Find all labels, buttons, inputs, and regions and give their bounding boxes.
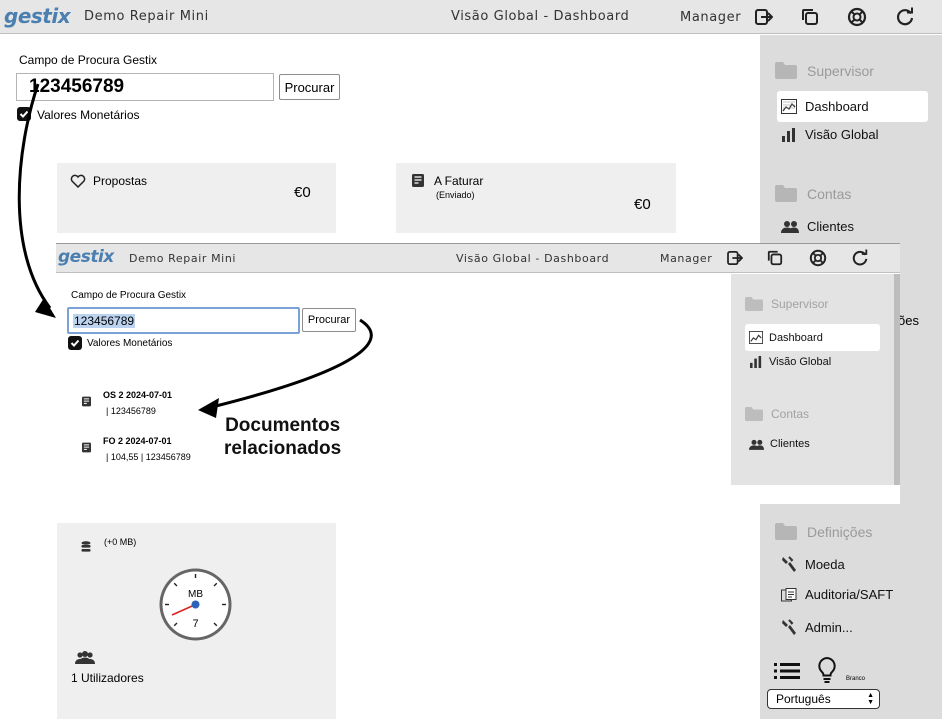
zoom-sidebar-item-dashboard[interactable]: Dashboard [745,324,880,351]
language-select[interactable]: Português ▲ ▼ [767,689,880,709]
zoom-logout-icon[interactable] [727,251,744,270]
zoom-help-lifebuoy-icon[interactable] [809,249,827,272]
search-input[interactable]: 123456789 [16,73,274,101]
users-icon [75,651,95,669]
users-label: 1 Utilizadores [71,671,144,685]
folder-icon [775,523,797,540]
zoomed-screenshot: gestix Demo Repair Mini Visão Global - D… [56,243,900,504]
doc-detail: | 123456789 [106,406,156,416]
users-icon [749,439,764,450]
user-name[interactable]: Manager [680,10,741,25]
zoom-page-title: Visão Global - Dashboard [456,252,610,265]
tools-icon [782,619,796,635]
zoom-search-label: Campo de Procura Gestix [71,290,187,301]
storage-gauge: MB 7 [159,568,232,641]
dashboard-chart-icon [749,331,763,344]
language-selected: Português [776,692,831,706]
sidebar-group-supervisor: Supervisor [775,62,874,79]
sidebar-item-dashboard[interactable]: Dashboard [777,91,928,122]
annotation-line-2: relacionados [224,438,342,459]
document-icon [412,174,424,192]
monetary-checkbox[interactable] [17,107,31,121]
a-faturar-sub: (Enviado) [436,190,475,200]
zoom-refresh-icon[interactable] [851,249,869,272]
card-storage[interactable]: (+0 MB) MB 7 1 Utilizadores [57,523,336,719]
folder-icon [775,62,797,79]
doc-detail: | 104,55 | 123456789 [106,452,191,462]
a-faturar-label: A Faturar [434,174,484,188]
doc-icon [82,442,91,455]
zoom-sidebar-item-visao-global[interactable]: Visão Global [749,356,831,368]
zoom-search-input[interactable]: 123456789 [67,307,300,334]
company-name: Demo Repair Mini [84,9,209,24]
windows-icon[interactable] [799,6,821,28]
select-arrows-icon: ▲ ▼ [867,692,874,706]
zoom-sidebar-item-clientes[interactable]: Clientes [749,438,810,450]
zoom-sidebar-group-contas: Contas [745,407,809,421]
sidebar-item-clientes[interactable]: Clientes [781,219,854,234]
dashboard-chart-icon [781,99,797,114]
propostas-label: Propostas [93,174,148,188]
search-label: Campo de Procura Gestix [19,53,158,67]
users-icon [781,221,799,233]
doc-title: FO 2 2024-07-01 [103,436,172,446]
logout-icon[interactable] [753,6,775,28]
propostas-value: €0 [294,184,311,201]
zoom-app-header: gestix Demo Repair Mini Visão Global - D… [56,244,900,273]
zoom-monetary-checkbox[interactable] [68,336,82,350]
doc-title: OS 2 2024-07-01 [103,390,173,400]
zoom-sidebar-scrollbar[interactable] [894,274,900,485]
storage-label: (+0 MB) [104,537,137,547]
gauge-unit: MB [188,589,203,600]
zoom-search-button[interactable]: Procurar [302,308,356,332]
sidebar-item-visao-global[interactable]: Visão Global [781,127,878,142]
monetary-label: Valores Monetários [37,108,140,122]
audit-file-icon [781,587,797,601]
annotation-line-1: Documentos [225,415,341,436]
gauge-value: 7 [192,618,198,630]
lightbulb-icon[interactable] [816,656,838,689]
gestix-logo[interactable]: gestix [4,4,71,28]
folder-icon [745,297,763,311]
search-input-value: 123456789 [29,76,125,97]
card-propostas[interactable]: Propostas €0 [57,163,336,233]
sidebar-group-contas: Contas [775,185,851,202]
menu-list-icon[interactable] [774,662,800,685]
search-button[interactable]: Procurar [279,74,340,100]
annotation-label: Documentos relacionados [224,414,341,460]
bar-chart-icon [750,356,762,368]
database-icon [81,540,91,558]
zoom-company-name: Demo Repair Mini [129,252,237,265]
refresh-icon[interactable] [894,6,916,28]
sidebar-item-moeda[interactable]: Moeda [781,556,845,572]
card-a-faturar[interactable]: A Faturar (Enviado) €0 [396,163,676,233]
a-faturar-value: €0 [634,196,651,213]
heart-icon [70,174,86,193]
page-title: Visão Global - Dashboard [451,9,630,24]
bar-chart-icon [782,127,795,142]
zoom-windows-icon[interactable] [767,250,783,271]
zoom-search-input-value: 123456789 [73,314,136,328]
sidebar-item-admin[interactable]: Admin... [781,619,853,635]
zoom-sidebar: Supervisor Dashboard Visão Global Contas… [731,274,900,485]
doc-icon [82,396,91,409]
folder-icon [745,407,763,421]
app-header: gestix Demo Repair Mini Visão Global - D… [0,0,942,34]
sidebar-group-definicoes: Definições [775,523,872,540]
zoom-user-name[interactable]: Manager [660,252,712,265]
sidebar-item-auditoria[interactable]: Auditoria/SAFT [781,587,893,602]
theme-label: Branco [846,676,866,682]
wrench-icon [782,556,796,572]
zoom-monetary-label: Valores Monetários [87,338,173,349]
zoom-gestix-logo[interactable]: gestix [58,247,114,267]
sidebar-partial-item: ões [898,313,919,328]
folder-icon [775,185,797,202]
zoom-sidebar-group-supervisor: Supervisor [745,297,828,311]
help-lifebuoy-icon[interactable] [846,6,868,28]
